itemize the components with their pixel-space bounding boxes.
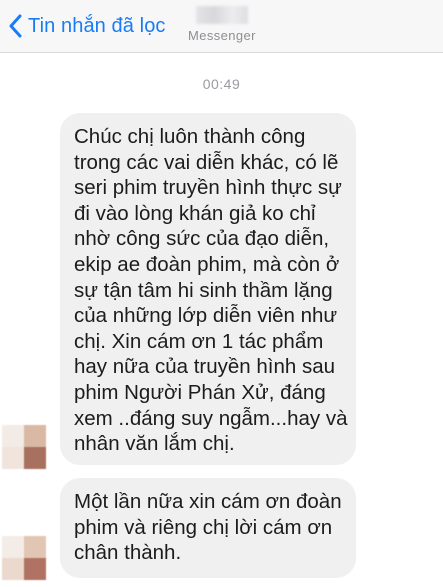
message-line: trong các vai diễn khác, có lẽ: [74, 150, 339, 174]
message-line: đi vào lòng khán giả ko chỉ: [74, 201, 316, 225]
avatar-pixel: [2, 536, 24, 558]
message-line: nhờ công sức của đạo diễn,: [74, 227, 330, 251]
chevron-left-icon: [8, 14, 22, 38]
conversation-title[interactable]: Messenger: [180, 4, 270, 48]
message-line: seri phim truyền hình thực sự: [74, 176, 342, 200]
messenger-screen: Tin nhắn đã lọc Messenger 00:49 Chúc chị…: [0, 0, 443, 587]
message-line: Chúc chị luôn thành công: [74, 125, 306, 148]
message-line: của những lớp diễn viên như: [74, 304, 338, 328]
message-timestamp: 00:49: [202, 76, 241, 92]
avatar-pixel: [24, 425, 46, 447]
back-button[interactable]: Tin nhắn đã lọc: [8, 10, 166, 42]
avatar-pixel: [24, 447, 46, 469]
message-line: xem ..đáng suy ngẫm...hay và: [74, 406, 348, 430]
message-line: chị. Xin cám ơn 1 tác phẩm: [74, 329, 324, 353]
avatar-pixel: [24, 536, 46, 558]
back-label: Tin nhắn đã lọc: [28, 14, 166, 37]
message-line: Một lần nữa xin cám ơn đoàn: [74, 490, 342, 513]
contact-name-redacted: [196, 6, 248, 24]
message-line: hay nữa của truyền hình sau: [74, 355, 336, 379]
avatar-pixel: [2, 558, 24, 580]
message-line: sự tận tâm hi sinh thầm lặng: [74, 278, 333, 302]
app-subtitle: Messenger: [188, 28, 256, 43]
avatar-pixel: [2, 447, 24, 469]
sender-avatar[interactable]: [2, 425, 46, 469]
sender-avatar[interactable]: [2, 536, 46, 580]
message-line: nhân văn lắm chị.: [74, 432, 235, 456]
message-line: chân thành.: [74, 541, 182, 565]
message-line: ekip ae đoàn phim, mà còn ở: [74, 252, 340, 276]
message-line: phim và riêng chị lời cám ơn: [74, 515, 333, 539]
message-bubble[interactable]: Một lần nữa xin cám ơn đoàn phim và riên…: [60, 478, 356, 578]
avatar-pixel: [2, 425, 24, 447]
message-bubble[interactable]: Chúc chị luôn thành công trong các vai d…: [60, 113, 356, 465]
avatar-pixel: [24, 558, 46, 580]
message-line: phim Người Phán Xử, đáng: [74, 380, 326, 404]
navigation-bar: Tin nhắn đã lọc Messenger: [0, 0, 443, 53]
